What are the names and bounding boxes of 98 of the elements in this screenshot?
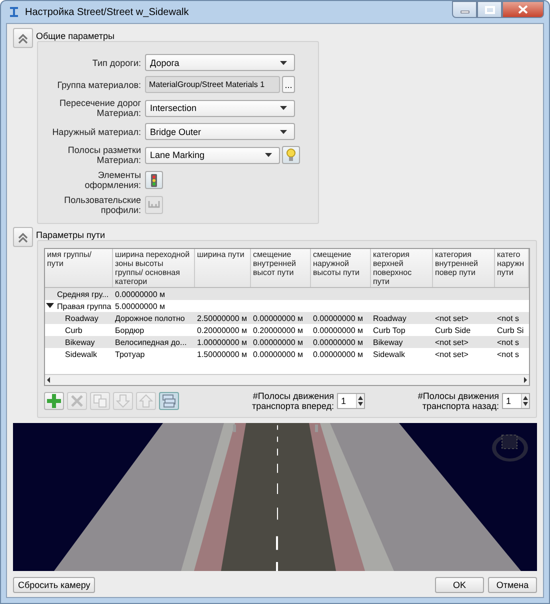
maximize-button[interactable]	[477, 1, 502, 18]
path-name: Sidewalk	[65, 350, 98, 358]
column-header[interactable]: имя группы/ пути	[45, 249, 113, 287]
dropdown[interactable]: Bridge Outer	[145, 123, 295, 140]
spinner-label: #Полосы движения транспорта назад:	[416, 391, 499, 411]
field-label: Полосы разметки Материал:	[66, 145, 141, 165]
column-header[interactable]: смещение наружной высоты пути	[311, 249, 371, 287]
table-cell-text: <not s	[496, 338, 520, 346]
column-header[interactable]: ширина переходной зоны высоты группы/ основная категори	[113, 249, 195, 287]
spinner-label: #Полосы движения транспорта вперед:	[250, 391, 334, 411]
lightbulb-icon	[286, 148, 296, 162]
spin-box[interactable]: 1	[502, 393, 530, 409]
up-arrow-icon	[138, 393, 154, 409]
table-cell-text: Тротуар	[114, 350, 146, 358]
layers-icon	[161, 393, 177, 409]
dialog-button[interactable]: OK	[435, 577, 484, 593]
window-title: Настройка Street/Street w_Sidewalk	[25, 6, 189, 18]
collapse-button[interactable]	[13, 28, 33, 48]
plus-icon	[46, 393, 62, 409]
cross-icon	[69, 393, 85, 409]
copy-icon	[92, 393, 108, 409]
table-cell-text: 0.00000000 м	[312, 314, 364, 322]
table-cell-text: Дорожное полотно	[114, 314, 186, 322]
table-cell-text: 0.20000000 м	[252, 326, 304, 334]
table-cell-text: Bikeway	[372, 338, 404, 346]
field-label: Элементы оформления:	[84, 170, 141, 190]
minimize-button[interactable]	[452, 1, 477, 18]
table-cell-text: 2.50000000 м	[196, 314, 248, 322]
table-cell-text: <not s	[496, 350, 520, 358]
table-cell-text: Curb Si	[496, 326, 525, 334]
dialog-button[interactable]: Отмена	[488, 577, 537, 593]
double-chevron-up-icon	[17, 32, 29, 44]
collapse-button[interactable]	[13, 227, 33, 247]
expanded-arrow-icon[interactable]	[46, 303, 54, 309]
path-name: Curb	[65, 326, 82, 334]
table-cell-text: <not set>	[434, 338, 470, 346]
dropdown[interactable]: Дорога	[145, 54, 295, 71]
table-cell-text: 0.00000000 м	[252, 314, 304, 322]
dropdown[interactable]: Lane Marking	[145, 146, 280, 164]
column-header[interactable]: категория верхней поверхнос пути	[371, 249, 433, 287]
table-cell-text: 1.00000000 м	[196, 338, 248, 346]
field-label: Тип дороги:	[91, 58, 141, 68]
text-field[interactable]: MaterialGroup/Street Materials 1	[145, 76, 280, 93]
section-title: Общие параметры	[36, 30, 114, 41]
maximize-icon	[484, 6, 494, 14]
dialog-button[interactable]: Сбросить камеру	[13, 577, 96, 593]
table-cell-text: 0.00000000 м	[312, 338, 364, 346]
lightbulb-button[interactable]	[282, 146, 300, 164]
layers-button[interactable]	[159, 392, 179, 410]
traffic-light-button[interactable]	[145, 171, 163, 189]
caret-icon	[279, 128, 288, 134]
caret-icon	[279, 60, 288, 66]
table-cell-text: Велосипедная до...	[114, 338, 188, 346]
profile-icon	[148, 200, 160, 210]
table-cell-text: <not set>	[434, 314, 470, 322]
table-cell-text: 0.00000000 м	[312, 350, 364, 358]
table-cell-text: 5.00000000 м	[114, 302, 166, 310]
dropdown[interactable]: Intersection	[145, 100, 295, 116]
table-cell-text: <not set>	[434, 350, 470, 358]
add-button[interactable]	[44, 392, 64, 410]
field-label: Пользовательские профили:	[63, 195, 141, 215]
path-name: Roadway	[65, 314, 98, 322]
traffic-light-icon	[150, 174, 158, 186]
app-icon	[8, 6, 20, 18]
column-header[interactable]: катего наружн пути	[495, 249, 529, 287]
left-arrow-icon	[45, 376, 53, 384]
table-cell-text: Roadway	[372, 314, 408, 322]
double-chevron-up-icon	[17, 231, 29, 243]
section-title: Параметры пути	[36, 229, 105, 240]
table-cell-text: Sidewalk	[372, 350, 406, 358]
table-cell-text: Curb Side	[434, 326, 472, 334]
close-button[interactable]	[502, 1, 544, 18]
table-cell-text: 0.00000000 м	[252, 338, 304, 346]
caret-icon	[264, 152, 273, 158]
table-cell-text: 0.00000000 м	[114, 290, 166, 298]
table-cell-text: Бордюр	[114, 326, 146, 334]
group-name: Правая группа	[57, 302, 112, 310]
caret-icon	[279, 105, 288, 111]
horizontal-scrollbar[interactable]	[45, 374, 529, 385]
spin-box[interactable]: 1	[337, 393, 365, 409]
table-cell-text: 0.00000000 м	[312, 326, 364, 334]
field-label: Наружный материал:	[51, 126, 141, 136]
down-arrow-icon	[115, 393, 131, 409]
path-name: Bikeway	[65, 338, 95, 346]
table-cell-text: 0.00000000 м	[252, 350, 304, 358]
close-icon	[518, 5, 528, 14]
column-header[interactable]: категория внутренней повер пути	[433, 249, 495, 287]
column-header[interactable]: смещение внутренней высот пути	[251, 249, 311, 287]
right-arrow-icon	[521, 376, 529, 384]
table-cell-text: <not s	[496, 314, 520, 322]
column-header[interactable]: ширина пути	[195, 249, 251, 287]
browse-button[interactable]: ...	[282, 76, 295, 93]
table-cell-text: Curb Top	[372, 326, 406, 334]
group-name: Средняя гру...	[57, 290, 109, 298]
field-label: Пересечение дорог Материал:	[58, 98, 141, 118]
field-label: Группа материалов:	[56, 80, 141, 90]
table-cell-text: 0.20000000 м	[196, 326, 248, 334]
table-cell-text: 1.50000000 м	[196, 350, 248, 358]
